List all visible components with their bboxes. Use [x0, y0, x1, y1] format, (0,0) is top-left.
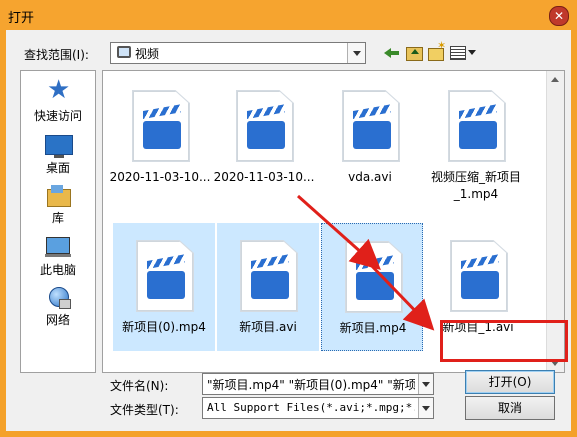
arrow-to-selection — [297, 194, 381, 270]
annotation-overlay — [297, 194, 435, 331]
open-file-dialog: 打开 ✕ 查找范围(I): 视频 快速访问 桌面 库 — [0, 0, 577, 437]
arrow-to-open-button — [366, 260, 435, 331]
